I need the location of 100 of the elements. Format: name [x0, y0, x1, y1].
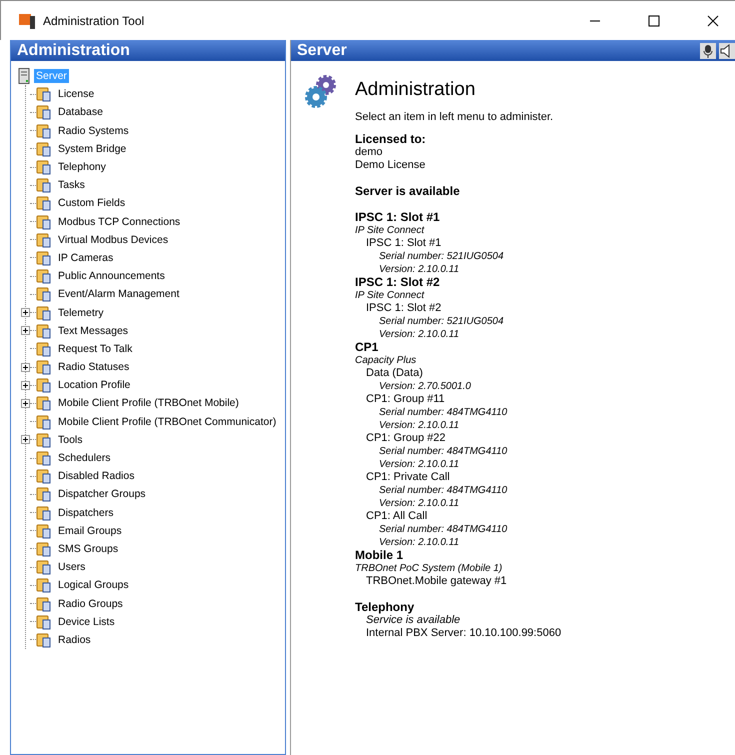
system-type-text: Capacity Plus — [355, 355, 416, 366]
device-detail: Version: 2.10.0.11 — [379, 498, 460, 509]
tree-item-icon — [36, 232, 52, 248]
device-detail: Version: 2.10.0.11 — [379, 459, 460, 470]
tree-item[interactable]: Dispatchers — [56, 506, 116, 520]
device-name: Internal PBX Server: 10.10.100.99:5060 — [366, 627, 562, 639]
device-detail: Version: 2.10.0.11 — [379, 537, 460, 548]
device-name: TRBOnet.Mobile gateway #1 — [366, 575, 507, 587]
close-icon[interactable] — [707, 14, 719, 26]
tree-item[interactable]: System Bridge — [56, 142, 128, 156]
device-name: IPSC 1: Slot #2 — [366, 302, 442, 314]
tree-item-icon — [36, 159, 52, 176]
tree-item-icon — [36, 140, 52, 157]
expand-icon[interactable] — [21, 308, 30, 318]
tree-item-icon — [36, 104, 52, 120]
tree-item-icon — [36, 214, 52, 230]
instruction-text: Select an item in left menu to administer. — [355, 111, 554, 123]
system-type-text: TRBOnet PoC System (Mobile 1) — [355, 563, 502, 574]
tree-item[interactable]: IP Cameras — [56, 250, 116, 265]
tree-item[interactable]: Radios — [56, 632, 93, 647]
section-heading: Licensed to: — [355, 132, 426, 146]
page-title: Administration — [355, 79, 476, 101]
speaker-icon[interactable] — [719, 42, 735, 58]
microphone-icon[interactable] — [700, 42, 716, 58]
app-icon — [19, 12, 37, 30]
tree-item-icon — [36, 286, 52, 302]
tree-item[interactable]: Telephony — [56, 160, 108, 174]
tree-item-icon — [36, 596, 52, 612]
expand-icon[interactable] — [21, 435, 30, 444]
tree-item[interactable]: Public Announcements — [56, 269, 167, 284]
tree-item[interactable]: Radio Systems — [56, 124, 131, 138]
tree-item[interactable]: Event/Alarm Management — [56, 287, 182, 302]
tree-item-icon — [36, 540, 52, 557]
tree-item[interactable]: Text Messages — [56, 324, 130, 338]
tree-item[interactable]: Request To Talk — [56, 342, 134, 356]
tree-item[interactable]: Users — [56, 560, 88, 574]
tree-item[interactable]: Mobile Client Profile (TRBOnet Communicator) — [56, 414, 278, 429]
tree-item[interactable]: Mobile Client Profile (TRBOnet Mobile) — [56, 396, 241, 410]
tree-item[interactable]: Modbus TCP Connections — [56, 214, 182, 229]
section-heading: Telephony — [355, 600, 414, 614]
tree-item[interactable]: License — [56, 87, 96, 102]
tree-item[interactable]: Location Profile — [56, 378, 132, 392]
tree-item-icon — [36, 414, 52, 430]
expand-icon[interactable] — [21, 398, 30, 408]
tree-item-icon — [36, 395, 52, 412]
tree-item-icon — [36, 250, 52, 266]
maximize-icon[interactable] — [648, 14, 660, 26]
device-name: CP1: All Call — [366, 510, 428, 522]
device-detail: Serial number: 521IUG0504 — [379, 316, 504, 327]
device-name: CP1: Group #22 — [366, 432, 446, 444]
tree-item[interactable]: Custom Fields — [56, 196, 128, 210]
tree-item[interactable]: Database — [56, 105, 105, 120]
tree-item-icon — [36, 450, 52, 466]
tree-item-icon — [36, 340, 52, 357]
tree-item[interactable]: Logical Groups — [56, 578, 131, 592]
tree-item[interactable]: Tasks — [56, 178, 87, 192]
tree-item[interactable]: Schedulers — [56, 451, 113, 466]
expand-icon[interactable] — [21, 326, 30, 336]
panel-title: Server — [297, 42, 347, 60]
device-detail: Version: 2.10.0.11 — [379, 329, 460, 340]
expand-icon[interactable] — [21, 380, 30, 390]
tree-item-icon — [36, 468, 52, 484]
device-name: CP1: Private Call — [366, 471, 450, 483]
tree-item-icon — [36, 322, 52, 339]
status-text: Service is available — [366, 614, 460, 626]
tree-item[interactable]: SMS Groups — [56, 542, 120, 556]
info-text: Demo License — [355, 159, 426, 171]
device-detail: Serial number: 484TMG4110 — [379, 446, 508, 457]
server-icon — [18, 68, 30, 84]
tree-item-icon — [36, 359, 52, 376]
tree-item[interactable]: Email Groups — [56, 524, 124, 538]
tree-item-icon — [36, 177, 52, 194]
device-name: CP1: Group #11 — [366, 393, 445, 405]
expand-icon[interactable] — [21, 362, 30, 372]
tree-item-icon — [36, 486, 52, 502]
tree-item[interactable]: Virtual Modbus Devices — [56, 232, 170, 247]
tree-item[interactable]: Disabled Radios — [56, 469, 136, 484]
device-detail: Serial number: 484TMG4110 — [379, 485, 508, 496]
gears-icon — [303, 73, 339, 109]
tree-item-icon — [36, 432, 52, 448]
tree-item-icon — [36, 304, 52, 321]
tree-item-icon — [36, 559, 52, 576]
tree-item-icon — [36, 632, 52, 648]
section-heading: IPSC 1: Slot #2 — [355, 275, 440, 289]
window-title: Administration Tool — [43, 14, 144, 28]
device-detail: Version: 2.10.0.11 — [379, 264, 460, 275]
system-type-text: IP Site Connect — [355, 225, 424, 236]
tree-item-icon — [36, 577, 52, 594]
device-name: IPSC 1: Slot #1 — [366, 237, 442, 249]
device-detail: Serial number: 484TMG4110 — [379, 524, 508, 535]
tree-item-icon — [36, 504, 52, 521]
tree-item[interactable]: Device Lists — [56, 614, 117, 629]
tree-item[interactable]: Dispatcher Groups — [56, 487, 148, 502]
tree-item[interactable]: Radio Statuses — [56, 360, 132, 374]
info-text: demo — [355, 146, 383, 158]
tree-item-icon — [36, 86, 52, 102]
tree-item[interactable]: Radio Groups — [56, 596, 125, 611]
tree-item[interactable]: Tools — [56, 432, 85, 447]
tree-item[interactable]: Telemetry — [56, 306, 106, 320]
section-heading: CP1 — [355, 340, 378, 354]
